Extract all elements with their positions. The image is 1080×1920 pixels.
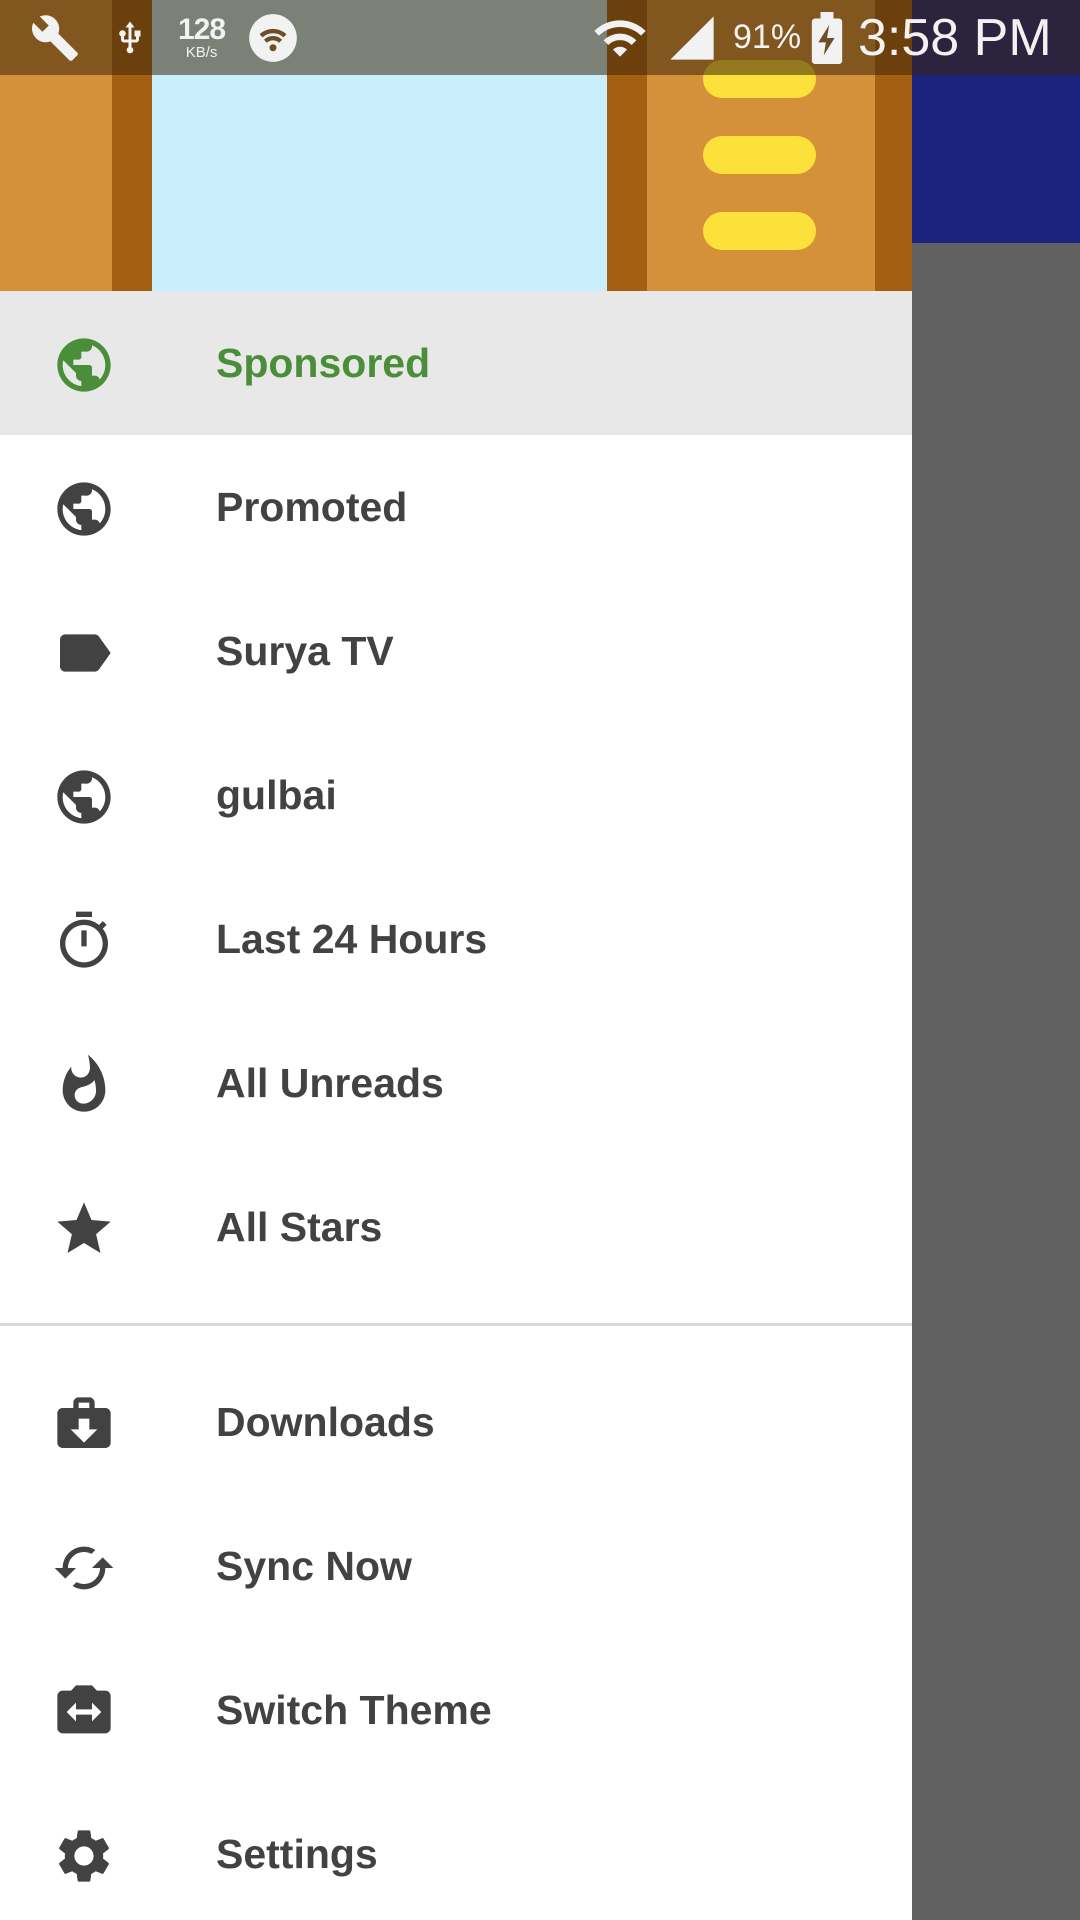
drawer-item-surya-tv[interactable]: Surya TV xyxy=(0,579,912,723)
wifi-icon xyxy=(592,0,648,75)
globe-icon xyxy=(52,477,116,541)
drawer-item-sponsored[interactable]: Sponsored xyxy=(0,291,912,435)
battery-percent: 91% xyxy=(733,18,802,56)
drawer-item-label: gulbai xyxy=(216,772,337,818)
network-speed: 128 KB/s xyxy=(178,0,226,75)
drawer-menu: Sponsored Promoted Surya TV gulbai Last … xyxy=(0,291,912,1920)
drawer-item-gulbai[interactable]: gulbai xyxy=(0,723,912,867)
drawer-item-label: Downloads xyxy=(216,1399,435,1445)
drawer-item-label: Last 24 Hours xyxy=(216,916,488,962)
drawer-item-label: Surya TV xyxy=(216,628,394,674)
drawer-item-switch-theme[interactable]: Switch Theme xyxy=(0,1638,912,1782)
drawer-item-label: Promoted xyxy=(216,484,408,530)
drawer-item-sync-now[interactable]: Sync Now xyxy=(0,1494,912,1638)
battery-charging-icon xyxy=(810,0,844,75)
drawer-item-label: All Stars xyxy=(216,1204,383,1250)
drawer-item-settings[interactable]: Settings xyxy=(0,1782,912,1920)
drawer-item-label: Settings xyxy=(216,1831,378,1877)
header-knob xyxy=(703,136,816,174)
switch-theme-icon xyxy=(52,1680,116,1744)
drawer-item-downloads[interactable]: Downloads xyxy=(0,1350,912,1494)
screen: Sponsored Promoted Surya TV gulbai Last … xyxy=(0,0,1080,1920)
header-knob xyxy=(703,212,816,250)
globe-icon xyxy=(52,333,116,397)
drawer-item-label: Sponsored xyxy=(216,340,431,386)
sync-icon xyxy=(52,1536,116,1600)
usb-icon xyxy=(112,0,148,75)
hotspot-icon xyxy=(247,0,299,75)
drawer-item-label: Sync Now xyxy=(216,1543,412,1589)
navigation-drawer: Sponsored Promoted Surya TV gulbai Last … xyxy=(0,0,912,1920)
timer-icon xyxy=(52,909,116,973)
drawer-item-label: Switch Theme xyxy=(216,1687,492,1733)
drawer-item-all-stars[interactable]: All Stars xyxy=(0,1155,912,1299)
drawer-item-last-24-hours[interactable]: Last 24 Hours xyxy=(0,867,912,1011)
network-speed-value: 128 xyxy=(178,13,226,46)
drawer-item-all-unreads[interactable]: All Unreads xyxy=(0,1011,912,1155)
globe-icon xyxy=(52,765,116,829)
drawer-item-promoted[interactable]: Promoted xyxy=(0,435,912,579)
star-icon xyxy=(52,1197,116,1261)
clock: 3:58 PM xyxy=(858,8,1052,67)
status-bar: 128 KB/s 91% 3:58 PM xyxy=(0,0,1080,75)
flame-icon xyxy=(52,1053,116,1117)
network-speed-unit: KB/s xyxy=(185,44,218,61)
label-tag-icon xyxy=(52,621,116,685)
drawer-item-label: All Unreads xyxy=(216,1060,444,1106)
downloads-icon xyxy=(52,1392,116,1456)
gear-icon xyxy=(52,1824,116,1888)
wrench-icon xyxy=(30,0,80,75)
drawer-divider xyxy=(0,1323,912,1326)
cell-signal-icon xyxy=(666,0,718,75)
